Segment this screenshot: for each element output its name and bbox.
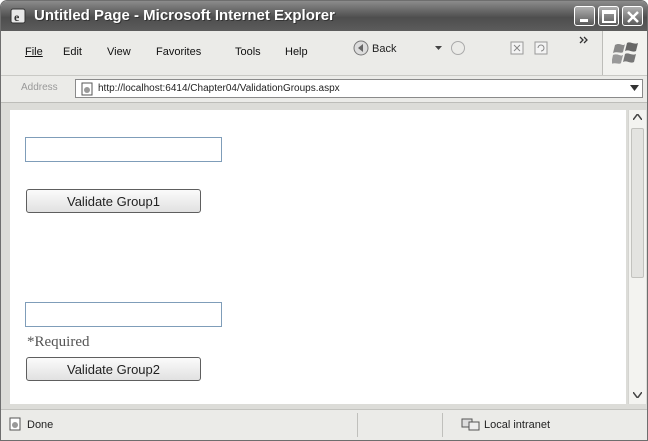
address-url[interactable]: http://localhost:6414/Chapter04/Validati… [98,83,340,94]
title-bar: e Untitled Page - Microsoft Internet Exp… [1,1,647,31]
group1-textbox[interactable] [25,137,222,162]
scroll-thumb[interactable] [631,128,644,278]
close-icon [627,11,639,23]
maximize-button[interactable] [598,6,619,26]
scroll-up-icon[interactable] [633,114,642,120]
menu-tools[interactable]: Tools [235,46,261,58]
forward-arrow-icon[interactable] [450,40,466,56]
address-dropdown-icon[interactable] [630,85,639,92]
status-text: Done [27,419,54,431]
minimize-button[interactable] [574,6,595,26]
address-label: Address [21,82,58,93]
status-bar: Done Local intranet [1,409,647,440]
menu-and-toolbar: File Edit View Favorites Tools Help Back [1,31,647,76]
menu-view[interactable]: View [107,46,131,58]
window-title: Untitled Page - Microsoft Internet Explo… [34,7,335,24]
intranet-zone-icon [461,418,480,431]
menu-help[interactable]: Help [285,46,308,58]
status-divider [442,413,443,437]
menu-edit[interactable]: Edit [63,46,82,58]
status-divider [357,413,358,437]
back-dropdown-icon[interactable] [435,46,442,51]
maximize-icon [602,10,616,23]
security-zone: Local intranet [484,419,551,431]
address-field[interactable]: http://localhost:6414/Chapter04/Validati… [75,79,643,98]
minimize-icon [580,19,588,22]
svg-text:e: e [14,10,20,24]
toolbar-overflow-icon[interactable] [579,35,589,45]
required-validator-message: *Required [27,334,90,350]
page-done-icon [9,417,21,431]
back-button[interactable]: Back [372,43,396,55]
ie-logo-icon: e [10,8,26,24]
stop-icon[interactable] [510,41,524,55]
validate-group2-button[interactable]: Validate Group2 [26,357,201,381]
refresh-icon[interactable] [534,41,548,55]
validate-group1-button[interactable]: Validate Group1 [26,189,201,213]
address-bar: Address http://localhost:6414/Chapter04/… [1,76,647,103]
vertical-scrollbar[interactable] [628,110,646,404]
close-button[interactable] [622,6,643,26]
browser-window: e Untitled Page - Microsoft Internet Exp… [0,0,648,441]
menu-favorites[interactable]: Favorites [156,46,201,58]
back-arrow-icon[interactable] [353,40,369,56]
scroll-down-icon[interactable] [633,392,642,398]
group2-textbox[interactable] [25,302,222,327]
page-icon [81,82,93,96]
menu-file[interactable]: File [25,46,43,58]
windows-logo-icon [612,42,638,64]
throbber [602,31,647,75]
